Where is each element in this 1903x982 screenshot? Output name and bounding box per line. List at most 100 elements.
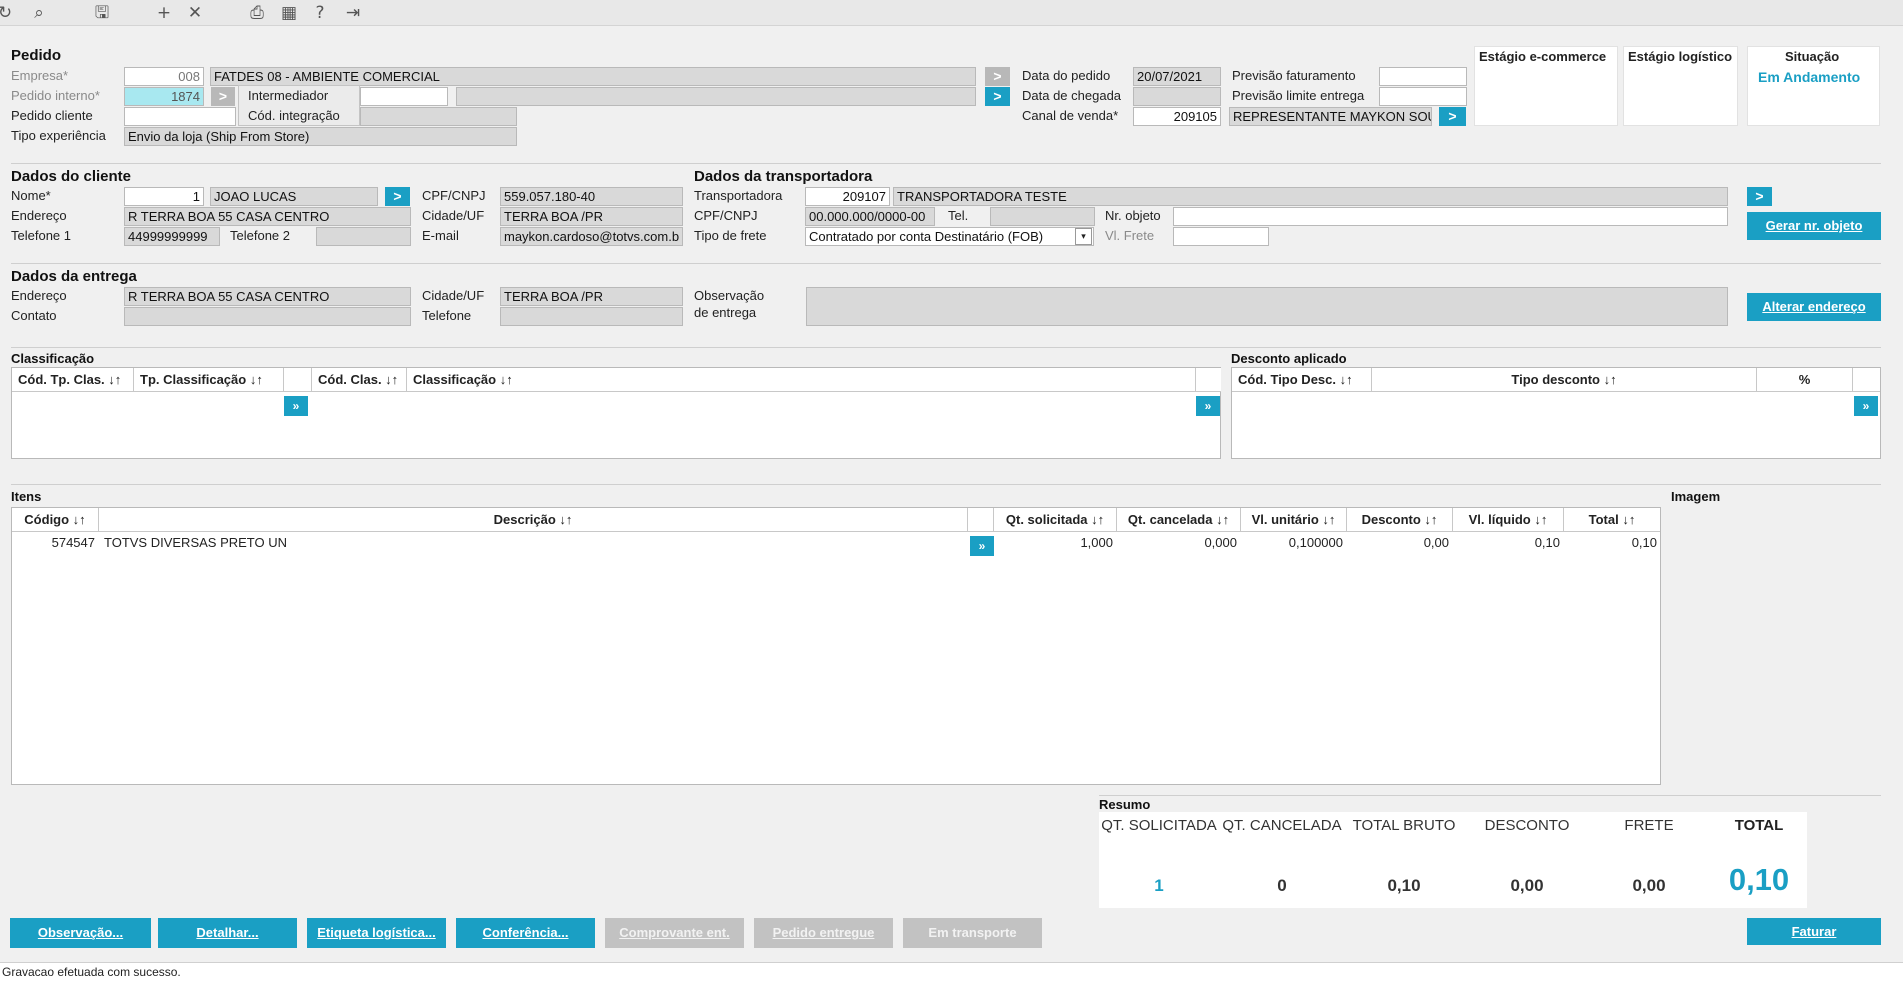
item-total: 0,10 [1631, 535, 1657, 550]
nr-objeto-field[interactable] [1173, 207, 1728, 226]
situacao-value: Em Andamento [1758, 69, 1861, 85]
col-classificacao[interactable]: Classificação ↓↑ [407, 368, 1196, 392]
save-icon[interactable]: 🖫 [91, 2, 113, 24]
col-cod-clas[interactable]: Cód. Clas. ↓↑ [312, 368, 407, 392]
comprovante-ent-button[interactable]: Comprovante ent. [605, 918, 744, 948]
canal-venda-name-field: REPRESENTANTE MAYKON SOU [1229, 107, 1432, 126]
intermediador-lookup-button[interactable]: > [985, 87, 1010, 106]
pedido-title: Pedido [11, 47, 62, 64]
entrega-endereco-label: Endereço [11, 288, 67, 303]
transportadora-cpf-label: CPF/CNPJ [694, 208, 758, 223]
em-transporte-button[interactable]: Em transporte [903, 918, 1042, 948]
entrega-cidade-label: Cidade/UF [422, 288, 485, 303]
col-qt-cancelada[interactable]: Qt. cancelada ↓↑ [1117, 508, 1241, 532]
entrega-title: Dados da entrega [11, 268, 137, 285]
separator [1099, 795, 1881, 796]
resumo-qt-cancelada-value: 0 [1277, 876, 1287, 895]
intermediador-field[interactable] [360, 87, 448, 106]
col-vl-liquido[interactable]: Vl. líquido ↓↑ [1453, 508, 1564, 532]
help-icon[interactable]: ? [309, 2, 331, 24]
canal-venda-code-field[interactable]: 209105 [1133, 107, 1221, 126]
detalhar-button[interactable]: Detalhar... [158, 918, 297, 948]
vl-frete-field[interactable] [1173, 227, 1269, 246]
classificacao-expand-button[interactable]: » [284, 396, 308, 416]
add-icon[interactable]: + [153, 2, 175, 24]
col-cod-tp-clas[interactable]: Cód. Tp. Clas. ↓↑ [12, 368, 134, 392]
cliente-nome-label: Nome* [11, 188, 51, 203]
telefone2-label: Telefone 2 [230, 228, 290, 243]
estagio-ecommerce-label: Estágio e-commerce [1479, 49, 1607, 64]
empresa-code-field[interactable]: 008 [124, 67, 204, 86]
resumo-desconto-value: 0,00 [1510, 876, 1544, 895]
cliente-lookup-button[interactable]: > [385, 187, 410, 206]
etiqueta-logistica-button[interactable]: Etiqueta logística... [307, 918, 446, 948]
situacao-box: Situação Em Andamento [1747, 46, 1880, 126]
print-icon[interactable]: ⎙ [246, 2, 268, 24]
classificacao-expand-button-2[interactable]: » [1196, 396, 1220, 416]
chevron-down-icon[interactable]: ▾ [1075, 228, 1092, 245]
separator [11, 263, 1881, 264]
status-message: Gravacao efetuada com sucesso. [2, 965, 181, 979]
transportadora-lookup-button[interactable]: > [1747, 187, 1772, 206]
calendar-icon[interactable]: ▦ [278, 2, 300, 24]
cliente-cpf-field: 559.057.180-40 [500, 187, 683, 206]
col-tp-classificacao[interactable]: Tp. Classificação ↓↑ [134, 368, 284, 392]
entrega-telefone-label: Telefone [422, 308, 472, 323]
cliente-code-field[interactable]: 1 [124, 187, 204, 206]
col-codigo[interactable]: Código ↓↑ [12, 508, 99, 532]
pedido-cliente-field[interactable] [124, 107, 236, 126]
search-icon[interactable]: ⌕ [28, 2, 50, 24]
cliente-endereco-field: R TERRA BOA 55 CASA CENTRO [124, 207, 411, 226]
resumo-desconto-label: DESCONTO [1484, 817, 1570, 834]
col-descricao[interactable]: Descrição ↓↑ [99, 508, 968, 532]
gerar-nr-objeto-button[interactable]: Gerar nr. objeto [1747, 212, 1881, 240]
refresh-icon[interactable]: ↻ [0, 2, 16, 24]
canal-venda-lookup-button[interactable]: > [1439, 107, 1466, 126]
alterar-endereco-button[interactable]: Alterar endereço [1747, 293, 1881, 321]
observacao-button[interactable]: Observação... [10, 918, 151, 948]
empresa-lookup-button[interactable]: > [985, 67, 1010, 86]
itens-title: Itens [11, 489, 42, 504]
estagio-ecommerce-box: Estágio e-commerce [1474, 46, 1618, 126]
exit-icon[interactable]: ⇥ [342, 2, 364, 24]
resumo-qt-solicitada-value: 1 [1154, 876, 1164, 895]
pedido-interno-lookup-button[interactable]: > [211, 87, 235, 106]
item-qt-solicitada: 1,000 [1080, 535, 1113, 550]
entrega-contato-label: Contato [11, 308, 57, 323]
col-spacer [968, 508, 994, 532]
col-desconto[interactable]: Desconto ↓↑ [1347, 508, 1453, 532]
resumo-total-bruto-label: TOTAL BRUTO [1352, 817, 1456, 834]
tipo-frete-select[interactable]: Contratado por conta Destinatário (FOB) [805, 227, 1094, 246]
col-tipo-desconto[interactable]: Tipo desconto ↓↑ [1372, 368, 1757, 392]
resumo-qt-cancelada-label: QT. CANCELADA [1222, 817, 1342, 834]
col-vl-unitario[interactable]: Vl. unitário ↓↑ [1241, 508, 1347, 532]
vl-frete-label: Vl. Frete [1105, 228, 1155, 243]
faturar-button[interactable]: Faturar [1747, 918, 1881, 945]
resumo-total-label: TOTAL [1734, 817, 1784, 834]
cliente-endereco-label: Endereço [11, 208, 67, 223]
col-total[interactable]: Total ↓↑ [1564, 508, 1660, 532]
col-percent[interactable]: % [1757, 368, 1853, 392]
pedido-entregue-button[interactable]: Pedido entregue [754, 918, 893, 948]
previsao-faturamento-field[interactable] [1379, 67, 1467, 86]
col-spacer [1853, 368, 1880, 392]
status-bar: Gravacao efetuada com sucesso. [0, 962, 1903, 982]
item-vl-liquido: 0,10 [1534, 535, 1560, 550]
col-cod-tipo-desc[interactable]: Cód. Tipo Desc. ↓↑ [1232, 368, 1372, 392]
itens-grid: Código ↓↑ Descrição ↓↑ Qt. solicitada ↓↑… [11, 507, 1661, 785]
conferencia-button[interactable]: Conferência... [456, 918, 595, 948]
resumo-total-bruto-value: 0,10 [1387, 876, 1421, 895]
transportadora-cpf-field: 00.000.000/0000-00 [805, 207, 935, 226]
desconto-expand-button[interactable]: » [1854, 396, 1878, 416]
close-icon[interactable]: ✕ [184, 2, 206, 24]
observacao-entrega-label: Observação [694, 288, 765, 303]
canal-venda-label: Canal de venda* [1022, 108, 1119, 123]
desconto-grid: Cód. Tipo Desc. ↓↑ Tipo desconto ↓↑ % » [1231, 367, 1881, 459]
cliente-nome-field: JOAO LUCAS [210, 187, 378, 206]
cliente-cidade-label: Cidade/UF [422, 208, 485, 223]
pedido-interno-field[interactable]: 1874 [124, 87, 204, 106]
transportadora-code-field[interactable]: 209107 [805, 187, 890, 206]
item-expand-button[interactable]: » [970, 536, 994, 556]
col-qt-solicitada[interactable]: Qt. solicitada ↓↑ [994, 508, 1117, 532]
previsao-limite-field[interactable] [1379, 87, 1467, 106]
